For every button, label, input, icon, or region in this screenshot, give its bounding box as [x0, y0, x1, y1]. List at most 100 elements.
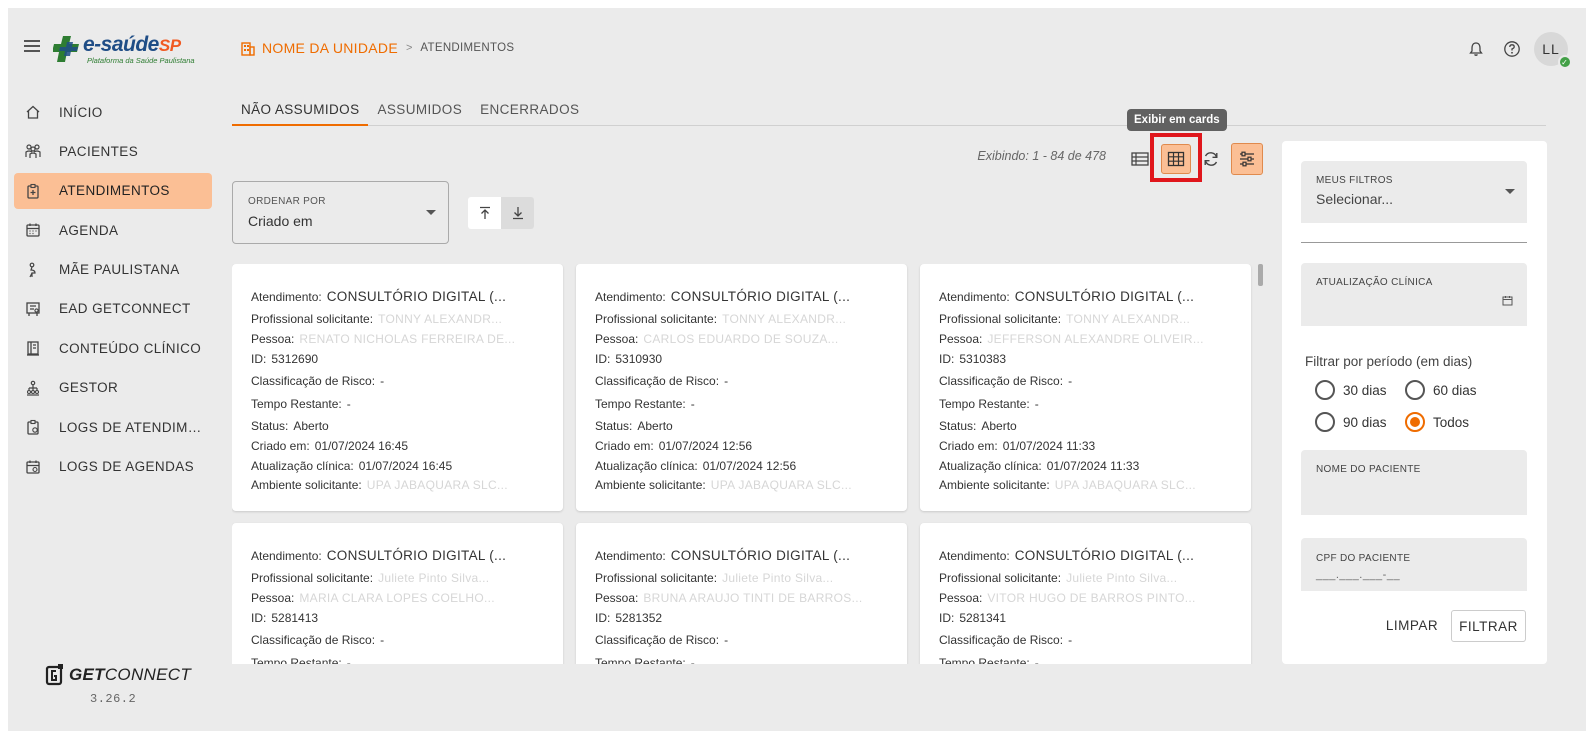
appointments-grid: Atendimento: CONSULTÓRIO DIGITAL (... Pro…	[232, 264, 1262, 664]
status-tabs: NÃO ASSUMIDOS ASSUMIDOS ENCERRADOS	[232, 98, 1546, 126]
appointment-card[interactable]: Atendimento: CONSULTÓRIO DIGITAL (... Pro…	[920, 523, 1251, 664]
sidebar-item-logs-agendas[interactable]: LOGS DE AGENDAS	[14, 449, 212, 485]
card-status: Aberto	[637, 419, 673, 433]
breadcrumb-separator: >	[405, 42, 413, 54]
appointment-card[interactable]: Atendimento: CONSULTÓRIO DIGITAL (... Pro…	[576, 523, 907, 664]
card-person: JEFFERSON ALEXANDRE OLIVEIR...	[987, 332, 1204, 346]
card-professional: Juliete Pinto Silva...	[378, 571, 490, 585]
card-status: Aberto	[293, 419, 329, 433]
sliders-icon	[1240, 151, 1254, 167]
esaude-logo[interactable]: e-saúdeSP Plataforma da Saúde Paulistana	[53, 32, 203, 66]
results-count: Exibindo: 1 - 84 de 478	[977, 149, 1106, 163]
tab-nao-assumidos[interactable]: NÃO ASSUMIDOS	[232, 98, 369, 126]
patient-name-field[interactable]: NOME DO PACIENTE	[1301, 450, 1527, 515]
card-professional: TONNY ALEXANDR...	[378, 312, 503, 326]
calendar-icon	[24, 221, 42, 239]
period-radio-60[interactable]: 60 dias	[1405, 380, 1477, 400]
sidebar-item-logs-atendimentos[interactable]: LOGS DE ATENDIME...	[14, 409, 212, 445]
filter-button[interactable]: FILTRAR	[1451, 610, 1526, 642]
my-filters-label: MEUS FILTROS	[1316, 175, 1393, 186]
card-time-left: -	[346, 397, 351, 411]
sidebar-item-pacientes[interactable]: PACIENTES	[14, 133, 212, 169]
bell-icon[interactable]	[1464, 37, 1488, 61]
card-person: CARLOS EDUARDO DE SOUZA...	[643, 332, 839, 346]
card-environment: UPA JABAQUARA SLC...	[366, 478, 508, 492]
card-service: CONSULTÓRIO DIGITAL (...	[1014, 289, 1195, 304]
period-radio-todos[interactable]: Todos	[1405, 412, 1469, 432]
log-clipboard-icon	[24, 418, 42, 436]
clinical-update-date-field[interactable]: ATUALIZAÇÃO CLÍNICA	[1301, 263, 1527, 326]
sidebar-item-atendimentos[interactable]: ATENDIMENTOS	[14, 172, 212, 209]
card-risk: -	[724, 374, 729, 388]
card-person: BRUNA ARAUJO TINTI DE BARROS...	[643, 591, 863, 605]
card-risk: -	[1068, 633, 1073, 647]
appointment-card[interactable]: Atendimento: CONSULTÓRIO DIGITAL (... Pro…	[920, 264, 1251, 511]
breadcrumb: NOME DA UNIDADE > ATENDIMENTOS	[240, 38, 514, 58]
period-radio-30[interactable]: 30 dias	[1315, 380, 1387, 400]
patient-cpf-placeholder: ___.___.___-__	[1316, 569, 1401, 581]
divider	[1301, 242, 1527, 243]
unit-name-link[interactable]: NOME DA UNIDADE	[262, 40, 398, 56]
logo-title: e-saúdeSP	[83, 33, 181, 56]
card-created: 01/07/2024 12:56	[658, 439, 753, 453]
order-by-label: ORDENAR POR	[248, 196, 326, 207]
sort-descending-button[interactable]	[501, 197, 534, 229]
my-filters-value: Selecionar...	[1316, 191, 1394, 207]
order-by-select[interactable]: ORDENAR POR Criado em	[232, 181, 449, 244]
appointment-card[interactable]: Atendimento: CONSULTÓRIO DIGITAL (... Pro…	[232, 264, 563, 511]
card-id: 5310930	[615, 352, 663, 366]
card-view-highlight	[1150, 133, 1202, 182]
card-time-left: -	[346, 656, 351, 664]
grid-scrollbar[interactable]	[1258, 264, 1263, 286]
refresh-button[interactable]	[1196, 144, 1226, 174]
menu-icon[interactable]	[24, 40, 40, 54]
chevron-down-icon	[426, 210, 436, 215]
clipboard-icon	[24, 182, 42, 200]
period-radio-90[interactable]: 90 dias	[1315, 412, 1387, 432]
card-id: 5281352	[615, 611, 663, 625]
my-filters-select[interactable]: MEUS FILTROS Selecionar...	[1301, 161, 1527, 223]
header-actions: LL ✓	[1452, 32, 1572, 69]
app-version: 3.26.2	[90, 692, 137, 706]
card-time-left: -	[690, 397, 695, 411]
book-icon	[24, 339, 42, 357]
card-clinical-update: 01/07/2024 16:45	[358, 459, 453, 473]
breadcrumb-current: ATENDIMENTOS	[420, 42, 515, 54]
sidebar-item-inicio[interactable]: INÍCIO	[14, 94, 212, 130]
avatar[interactable]: LL ✓	[1534, 32, 1572, 69]
card-environment: UPA JABAQUARA SLC...	[710, 478, 852, 492]
filter-panel: MEUS FILTROS Selecionar... ATUALIZAÇÃO C…	[1282, 141, 1547, 664]
card-risk: -	[380, 374, 385, 388]
card-clinical-update: 01/07/2024 12:56	[702, 459, 797, 473]
card-id: 5281413	[271, 611, 319, 625]
clear-button[interactable]: LIMPAR	[1378, 610, 1446, 640]
sidebar-item-mae-paulistana[interactable]: MÃE PAULISTANA	[14, 252, 212, 288]
appointment-card[interactable]: Atendimento: CONSULTÓRIO DIGITAL (... Pro…	[576, 264, 907, 511]
filters-toggle-button[interactable]	[1231, 143, 1263, 175]
sort-ascending-button[interactable]	[468, 197, 501, 229]
sidebar-item-gestor[interactable]: GESTOR	[14, 370, 212, 406]
card-service: CONSULTÓRIO DIGITAL (...	[670, 548, 851, 563]
clinical-update-label: ATUALIZAÇÃO CLÍNICA	[1316, 277, 1433, 288]
refresh-icon	[1204, 152, 1218, 166]
appointment-card[interactable]: Atendimento: CONSULTÓRIO DIGITAL (... Pro…	[232, 523, 563, 664]
calendar-icon[interactable]	[1502, 295, 1513, 306]
help-icon[interactable]	[1500, 37, 1524, 61]
card-person: VITOR HUGO DE BARROS PINTO...	[987, 591, 1196, 605]
tab-assumidos[interactable]: ASSUMIDOS	[368, 98, 471, 126]
sidebar-item-agenda[interactable]: AGENDA	[14, 212, 212, 248]
card-created: 01/07/2024 16:45	[314, 439, 409, 453]
card-clinical-update: 01/07/2024 11:33	[1046, 459, 1140, 473]
radio-circle-icon	[1315, 412, 1335, 432]
online-check-icon: ✓	[1558, 55, 1572, 69]
sidebar-item-conteudo-clinico[interactable]: CONTEÚDO CLÍNICO	[14, 330, 212, 366]
sidebar-item-ead-getconnect[interactable]: EAD GETCONNECT	[14, 291, 212, 327]
patient-cpf-field[interactable]: CPF DO PACIENTE ___.___.___-__	[1301, 538, 1527, 591]
tab-encerrados[interactable]: ENCERRADOS	[471, 98, 588, 126]
arrow-up-to-line-icon	[479, 206, 490, 219]
order-by-value: Criado em	[248, 213, 313, 229]
card-risk: -	[1068, 374, 1073, 388]
patient-name-label: NOME DO PACIENTE	[1316, 464, 1421, 475]
card-professional: Juliete Pinto Silva...	[1066, 571, 1178, 585]
card-person: MARIA CLARA LOPES COELHO...	[299, 591, 495, 605]
